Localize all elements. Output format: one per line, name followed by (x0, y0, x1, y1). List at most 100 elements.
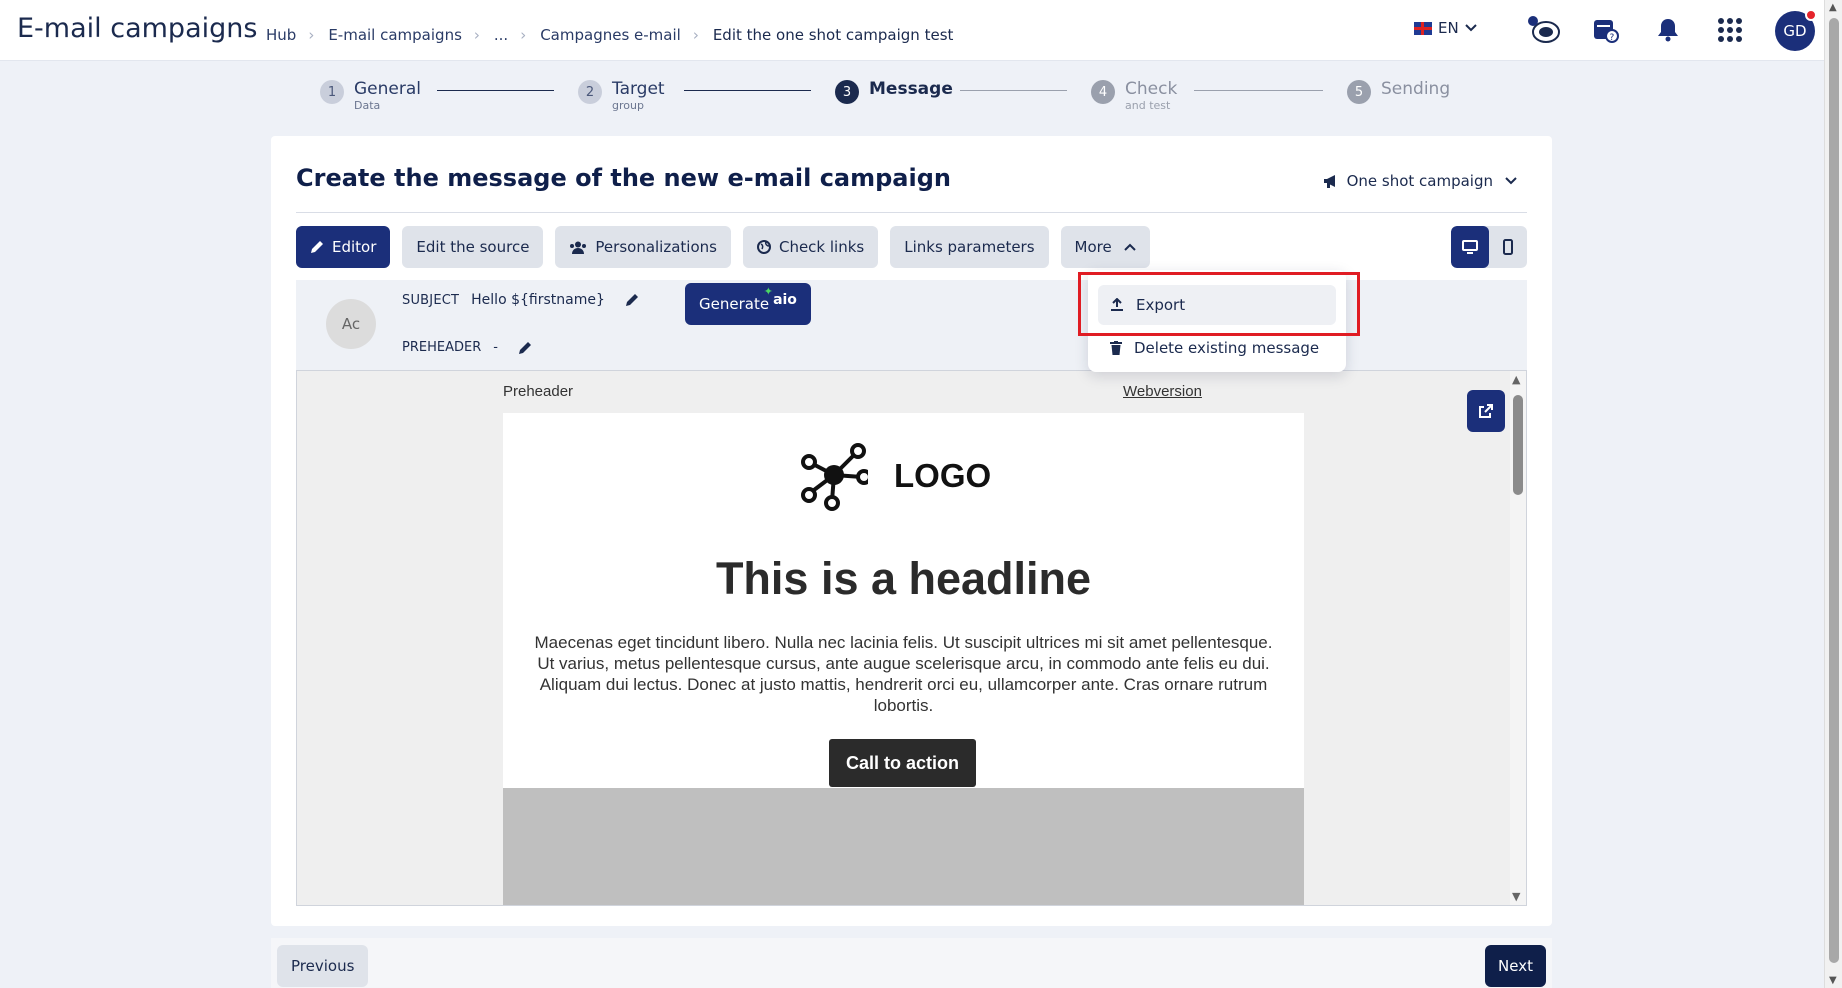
apps-grid-icon[interactable] (1712, 12, 1748, 48)
upload-icon (1111, 298, 1123, 311)
edit-source-button[interactable]: Edit the source (402, 226, 544, 268)
editor-button[interactable]: Editor (296, 226, 391, 268)
scroll-thumb[interactable] (1513, 395, 1523, 495)
step-label: Target (612, 79, 665, 99)
sparkle-icon: ✦ (763, 285, 773, 298)
more-dropdown-menu: Export Delete existing message (1088, 270, 1346, 372)
step-number: 1 (320, 80, 344, 104)
mobile-view-button[interactable] (1489, 226, 1527, 268)
links-parameters-button[interactable]: Links parameters (890, 226, 1049, 268)
window-scrollbar[interactable]: ▲ ▼ (1824, 0, 1842, 988)
more-button[interactable]: More (1060, 226, 1150, 268)
language-selector[interactable]: EN (1414, 19, 1477, 37)
step-message[interactable]: 3 Message (835, 78, 953, 104)
step-sending[interactable]: 5 Sending (1347, 78, 1450, 104)
step-sublabel: group (612, 99, 644, 112)
step-label: Check (1125, 79, 1178, 99)
step-number: 4 (1091, 80, 1115, 104)
editor-toolbar: Editor Edit the source Personalizations … (296, 226, 1150, 268)
help-calendar-icon[interactable]: ? (1588, 12, 1624, 48)
generate-aio-button[interactable]: Generate ✦ aio (685, 283, 811, 325)
breadcrumb-email-campaigns[interactable]: E-mail campaigns (328, 26, 462, 44)
uk-flag-icon (1414, 21, 1432, 35)
language-code: EN (1438, 19, 1459, 37)
subject-row: SUBJECT Hello ${firstname} (402, 292, 639, 308)
edit-preheader-icon[interactable] (518, 341, 532, 355)
personalizations-label: Personalizations (595, 238, 717, 256)
desktop-view-button[interactable] (1451, 226, 1489, 268)
breadcrumb-hub[interactable]: Hub (266, 26, 296, 44)
generate-label: Generate (699, 295, 770, 313)
network-logo-icon (801, 443, 868, 511)
bell-icon[interactable] (1650, 12, 1686, 48)
step-check[interactable]: 4 Check and test (1091, 78, 1177, 112)
personalizations-button[interactable]: Personalizations (555, 226, 731, 268)
step-sublabel: Data (354, 99, 381, 112)
preheader-key: PREHEADER (402, 340, 482, 355)
notification-dot (1805, 9, 1817, 21)
users-icon (570, 241, 587, 254)
edit-source-label: Edit the source (416, 238, 530, 256)
call-to-action-button[interactable]: Call to action (829, 739, 976, 787)
step-general[interactable]: 1 General Data (320, 78, 421, 112)
step-connector (684, 90, 811, 91)
step-number: 3 (835, 80, 859, 104)
app-title: E-mail campaigns (17, 13, 258, 44)
breadcrumb-campagnes[interactable]: Campagnes e-mail (540, 26, 681, 44)
chevron-right-icon: › (308, 26, 315, 44)
check-links-button[interactable]: Check links (742, 226, 879, 268)
trash-icon (1110, 341, 1122, 355)
breadcrumb: Hub › E-mail campaigns › ... › Campagnes… (266, 26, 953, 44)
top-bar: E-mail campaigns Hub › E-mail campaigns … (0, 0, 1824, 61)
logo-text: LOGO (894, 457, 992, 494)
aio-badge: aio (773, 292, 797, 308)
campaign-type-selector[interactable]: One shot campaign (1323, 172, 1517, 190)
step-number: 2 (578, 80, 602, 104)
export-label: Export (1136, 296, 1186, 314)
previous-button[interactable]: Previous (277, 945, 369, 987)
device-view-toggle (1451, 226, 1527, 268)
user-initials: GD (1783, 22, 1807, 40)
divider (296, 212, 1527, 213)
pencil-icon (311, 241, 323, 253)
footer-bar (271, 938, 1552, 988)
scroll-up-icon[interactable]: ▲ (1829, 2, 1837, 13)
step-connector (437, 90, 554, 91)
chevron-up-icon (1124, 243, 1136, 251)
step-connector (1194, 90, 1323, 91)
step-connector (960, 90, 1067, 91)
next-button[interactable]: Next (1485, 945, 1546, 987)
delete-label: Delete existing message (1134, 339, 1320, 357)
email-body: LOGO This is a headline Maecenas eget ti… (503, 413, 1304, 905)
preview-scrollbar[interactable]: ▲ ▼ (1510, 371, 1526, 905)
delete-message-menu-item[interactable]: Delete existing message (1098, 328, 1336, 368)
open-external-button[interactable] (1467, 390, 1505, 432)
email-body-text: Maecenas eget tincidunt libero. Nulla ne… (534, 633, 1273, 715)
campaign-type-label: One shot campaign (1346, 172, 1493, 190)
assistant-icon[interactable] (1526, 12, 1562, 48)
export-menu-item[interactable]: Export (1098, 285, 1336, 325)
scroll-down-icon[interactable]: ▼ (1829, 975, 1837, 986)
chevron-right-icon: › (520, 26, 527, 44)
webversion-link[interactable]: Webversion (1123, 383, 1202, 400)
subject-value: Hello ${firstname} (471, 292, 605, 308)
scroll-up-icon[interactable]: ▲ (1512, 373, 1520, 386)
step-target[interactable]: 2 Target group (578, 78, 665, 112)
editor-label: Editor (332, 238, 377, 256)
logo: LOGO (798, 441, 991, 511)
more-label: More (1074, 238, 1112, 256)
email-headline: This is a headline (715, 553, 1092, 604)
email-preview: Preheader Webversion LOGO This is a head… (296, 370, 1527, 906)
links-parameters-label: Links parameters (904, 238, 1035, 256)
sender-avatar: Ac (326, 299, 376, 349)
user-avatar[interactable]: GD (1775, 9, 1817, 51)
breadcrumb-ellipsis[interactable]: ... (494, 26, 508, 44)
mobile-icon (1503, 239, 1513, 255)
edit-subject-icon[interactable] (625, 293, 639, 307)
scroll-thumb[interactable] (1829, 18, 1839, 963)
desktop-icon (1462, 240, 1478, 254)
external-link-icon (1479, 404, 1493, 418)
breadcrumb-current: Edit the one shot campaign test (712, 26, 954, 44)
scroll-down-icon[interactable]: ▼ (1512, 890, 1520, 903)
megaphone-icon (1323, 175, 1335, 188)
